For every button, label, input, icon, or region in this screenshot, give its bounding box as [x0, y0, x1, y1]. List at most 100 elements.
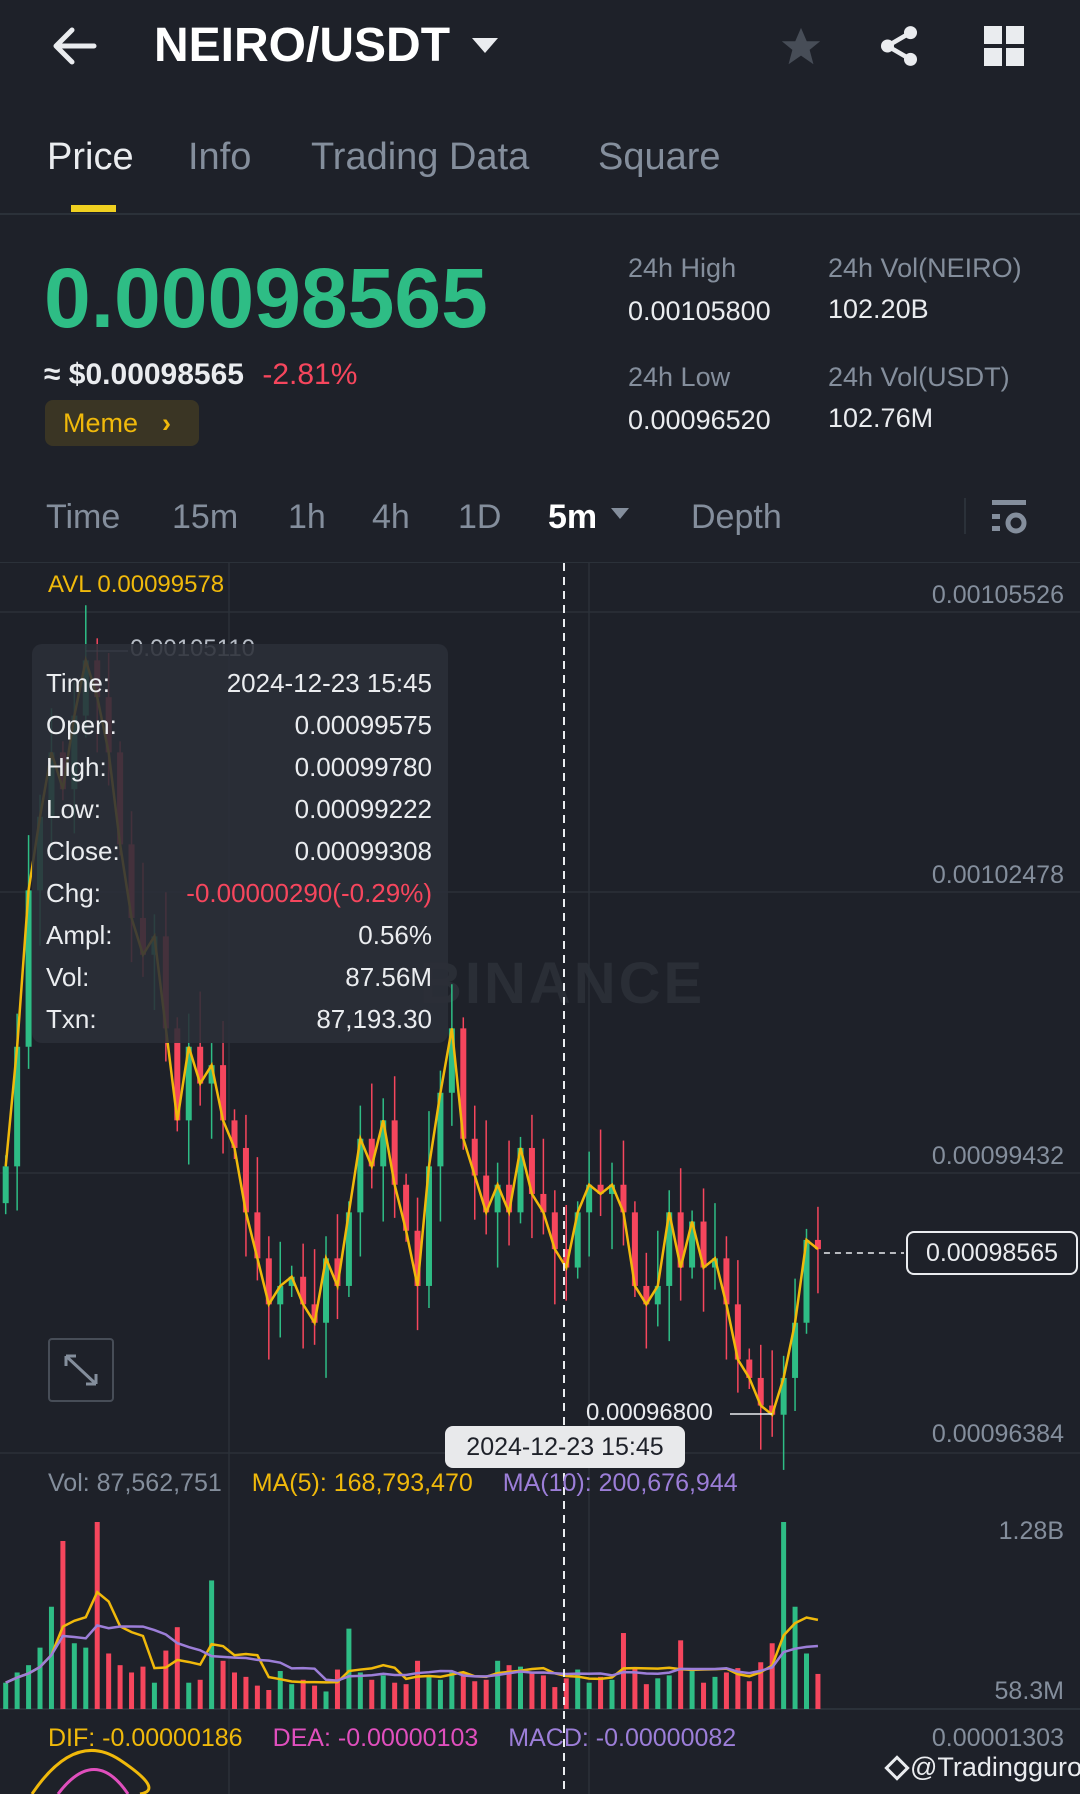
- tooltip-value: 0.00099780: [294, 751, 432, 782]
- volume-bar: [312, 1685, 318, 1709]
- volume-bar: [392, 1682, 398, 1709]
- volume-bar: [37, 1647, 43, 1709]
- tooltip-value: 2024-12-23 15:45: [226, 667, 432, 698]
- volume-bar: [472, 1681, 478, 1709]
- volume-bar: [415, 1660, 421, 1709]
- tooltip-label: Open:: [46, 709, 117, 740]
- tooltip-label: Txn:: [46, 1003, 97, 1034]
- volume-bar: [380, 1675, 386, 1709]
- volume-bar: [426, 1676, 432, 1709]
- volume-bar: [815, 1673, 821, 1709]
- volume-axis-top: 1.28B: [998, 1517, 1064, 1545]
- crosshair-time: 2024-12-23 15:45: [466, 1432, 664, 1461]
- tooltip-row: Ampl: 0.56%: [46, 914, 432, 956]
- tooltip-label: Low:: [46, 793, 101, 824]
- volume-value: Vol: 87,562,751: [48, 1469, 222, 1497]
- ohlc-tooltip: Time: 2024-12-23 15:45 Open: 0.00099575 High…: [32, 644, 448, 1043]
- fullscreen-button[interactable]: [48, 1338, 114, 1402]
- macd-dea: DEA: -0.00000103: [272, 1724, 479, 1752]
- price-axis-label: 0.00096384: [931, 1420, 1064, 1448]
- tooltip-label: High:: [46, 751, 107, 782]
- volume-bar: [643, 1684, 649, 1709]
- expand-icon: [64, 1354, 98, 1386]
- volume-axis-bottom: 58.3M: [994, 1677, 1064, 1705]
- volume-bar: [266, 1690, 272, 1709]
- tooltip-row: Chg: -0.00000290(-0.29%): [46, 872, 432, 914]
- tooltip-row: Time: 2024-12-23 15:45: [46, 662, 432, 704]
- volume-bar: [586, 1682, 592, 1709]
- tooltip-value: 87,193.30: [316, 1003, 432, 1034]
- volume-bar: [746, 1681, 752, 1709]
- tooltip-label: Close:: [46, 835, 120, 866]
- volume-bar: [151, 1682, 157, 1709]
- volume-bar: [129, 1672, 135, 1709]
- volume-bar: [804, 1653, 809, 1709]
- volume-bar: [71, 1643, 77, 1709]
- binance-logo-icon: [884, 1754, 910, 1781]
- macd-dif-line: [30, 1749, 151, 1794]
- volume-bar: [781, 1522, 787, 1709]
- volume-bar: [632, 1668, 638, 1709]
- macd-dif: DIF: -0.00000186: [48, 1724, 243, 1752]
- volume-bar: [346, 1628, 352, 1709]
- tooltip-label: Vol:: [46, 961, 90, 992]
- volume-bar: [289, 1684, 295, 1709]
- avl-label: AVL 0.00099578: [48, 571, 225, 598]
- volume-bar: [300, 1679, 306, 1709]
- volume-bar: [94, 1522, 100, 1709]
- volume-bar: [689, 1671, 695, 1709]
- volume-bar: [117, 1665, 123, 1709]
- volume-bar: [243, 1676, 249, 1709]
- credit-text: @Tradingguro: [910, 1752, 1080, 1782]
- volume-bar: [655, 1678, 661, 1709]
- credit-watermark: @Tradingguro: [884, 1752, 1080, 1783]
- last-price-label: 0.00098565: [925, 1238, 1059, 1267]
- tooltip-label: Chg:: [46, 877, 101, 908]
- volume-bar: [254, 1685, 260, 1709]
- volume-legend: Vol: 87,562,751 MA(5): 168,793,470 MA(10…: [48, 1469, 738, 1498]
- price-axis-label: 0.00102478: [931, 861, 1064, 889]
- volume-bar: [357, 1672, 363, 1709]
- volume-bar: [529, 1672, 535, 1709]
- tooltip-label: Ampl:: [46, 919, 113, 950]
- volume-bar: [723, 1672, 729, 1709]
- volume-bar: [323, 1691, 329, 1709]
- tooltip-value: -0.00000290(-0.29%): [186, 877, 432, 908]
- volume-bar: [518, 1666, 523, 1709]
- price-axis-label: 0.00105526: [931, 581, 1064, 609]
- volume-bar: [334, 1669, 340, 1709]
- last-price-marker: 0.00098565: [906, 1231, 1078, 1275]
- macd-value: MACD: -0.00000082: [508, 1724, 737, 1752]
- volume-ma10: MA(10): 200,676,944: [502, 1469, 738, 1497]
- tooltip-label: Time:: [46, 667, 111, 698]
- volume-bar: [678, 1640, 684, 1709]
- volume-bar: [174, 1627, 180, 1709]
- macd-axis-label: 0.00001303: [931, 1724, 1064, 1752]
- volume-bar: [598, 1676, 604, 1709]
- volume-bar: [769, 1643, 775, 1709]
- tooltip-row: Close: 0.00099308: [46, 830, 432, 872]
- tooltip-row: Vol: 87.56M: [46, 956, 432, 998]
- tooltip-value: 0.00099575: [294, 709, 432, 740]
- volume-bar: [552, 1687, 558, 1709]
- volume-bar: [666, 1675, 672, 1709]
- volume-bar: [701, 1682, 707, 1709]
- volume-bar: [232, 1672, 237, 1709]
- tooltip-row: Open: 0.00099575: [46, 704, 432, 746]
- volume-bar: [106, 1653, 112, 1709]
- price-axis-label: 0.00099432: [931, 1142, 1064, 1170]
- volume-bar: [403, 1684, 409, 1709]
- tooltip-value: 0.00099308: [294, 835, 432, 866]
- volume-bar: [140, 1666, 146, 1709]
- tooltip-value: 87.56M: [345, 961, 432, 992]
- volume-bar: [369, 1679, 375, 1709]
- tooltip-value: 0.56%: [358, 919, 432, 950]
- volume-ma5: MA(5): 168,793,470: [251, 1469, 473, 1497]
- volume-bar: [83, 1647, 89, 1709]
- macd-dea-line: [56, 1768, 130, 1794]
- volume-ma10-line: [5, 1624, 819, 1684]
- volume-bar: [712, 1676, 718, 1709]
- tooltip-row: Low: 0.00099222: [46, 788, 432, 830]
- volume-bar: [540, 1675, 546, 1709]
- macd-legend: DIF: -0.00000186 DEA: -0.00000103 MACD: …: [48, 1724, 736, 1753]
